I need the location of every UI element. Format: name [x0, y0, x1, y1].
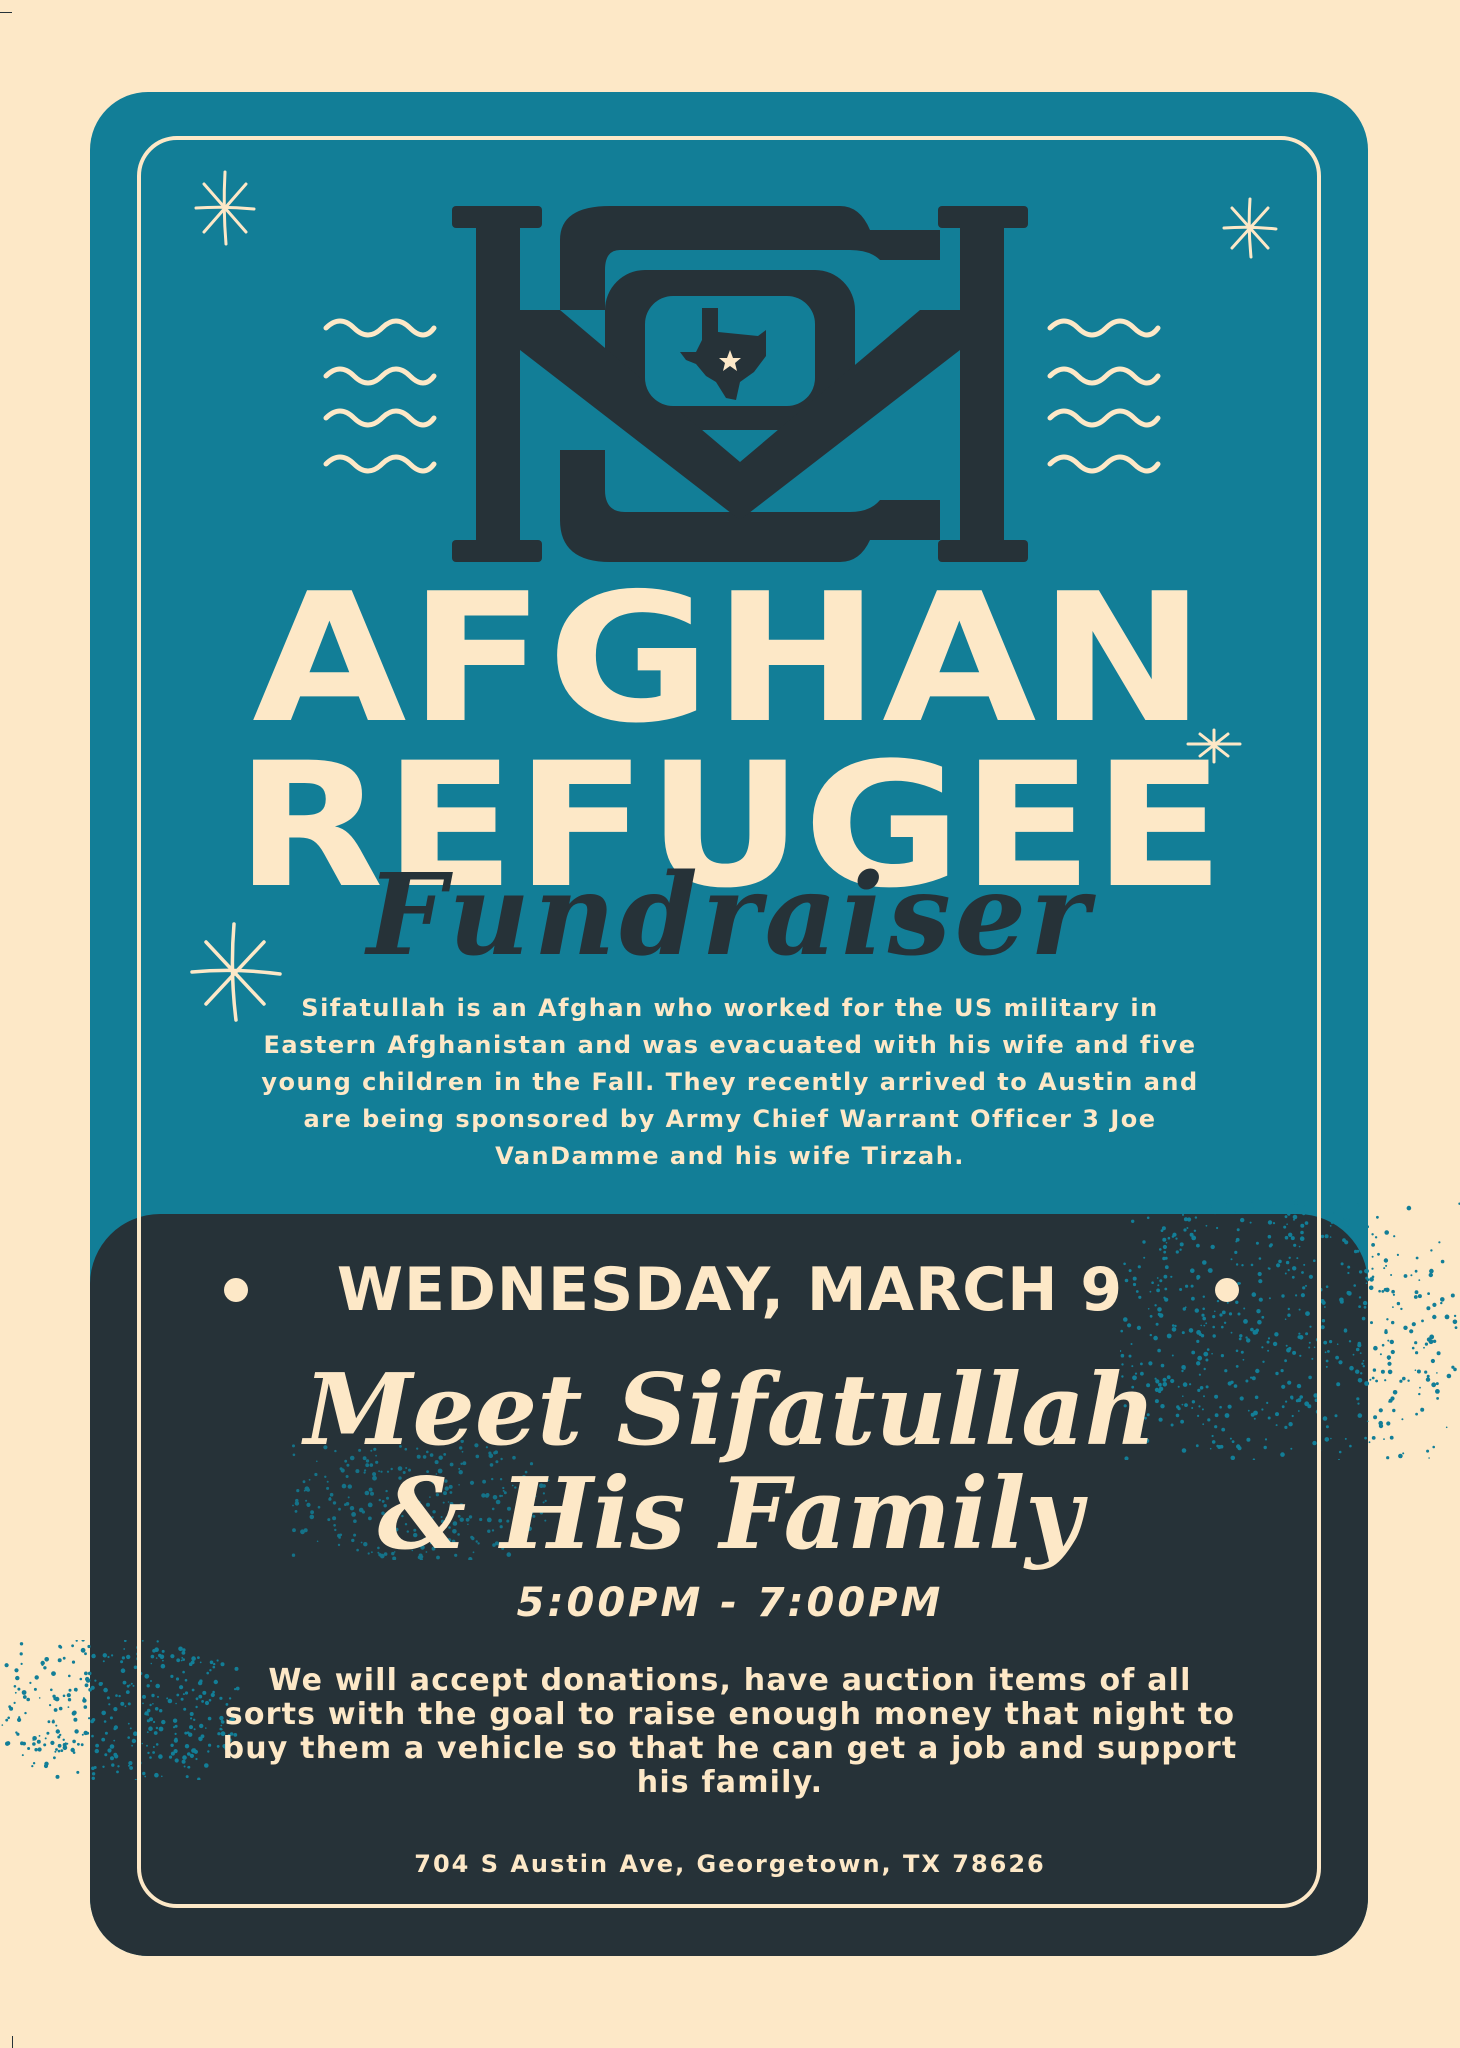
waves-left-icon: [323, 318, 437, 474]
ck-monogram-logo-icon: [452, 206, 1028, 562]
intro-paragraph: Sifatullah is an Afghan who worked for t…: [261, 994, 1199, 1170]
event-address: 704 S Austin Ave, Georgetown, TX 78626: [414, 1850, 1046, 1878]
sparkle-icon: [194, 170, 256, 246]
title-afghan: AFGHAN: [252, 555, 1208, 762]
headline-line1: Meet Sifatullah: [304, 1353, 1156, 1468]
crop-mark-top-left: [0, 0, 12, 13]
waves-right-icon: [1047, 318, 1161, 474]
crop-mark-bottom-left: [0, 2036, 13, 2048]
event-time: 5:00PM - 7:00PM: [516, 1580, 944, 1626]
headline-line2: & His Family: [377, 1457, 1083, 1572]
sparkle-icon: [1222, 197, 1278, 259]
event-date: WEDNESDAY, MARCH 9: [336, 1255, 1124, 1325]
event-details: We will accept donations, have auction i…: [222, 1663, 1238, 1800]
title-fundraiser-script: Fundraiser: [366, 850, 1094, 981]
